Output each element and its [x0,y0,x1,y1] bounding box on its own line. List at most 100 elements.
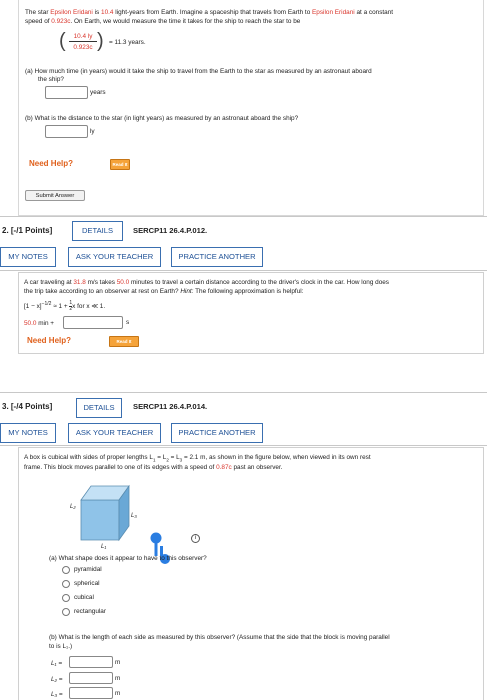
q1-need-help-label: Need Help? [29,159,74,168]
question-3-panel: A box is cubical with sides of proper le… [18,447,484,700]
q2-ask-teacher-button[interactable]: ASK YOUR TEACHER [68,247,161,267]
cube-label-l1: L₁ [101,544,107,550]
formula-exponent: −1/2 [41,301,52,307]
q3-points-label: 3. [-/4 Points] [2,402,53,411]
q2-speed-value: 31.8 [73,279,86,286]
q2-practice-another-button[interactable]: PRACTICE ANOTHER [171,247,263,267]
question-1-panel: The star Epsilon Eridani is 10.4 light-y… [18,0,484,216]
q2-text: The following approximation is helpful: [193,288,304,295]
q1-speed-value: 0.923c [51,18,71,25]
q3-my-notes-button[interactable]: MY NOTES [0,423,56,443]
q2-read-it-button[interactable]: Read It [109,336,139,347]
q2-prefix-value: 50.0 [24,320,37,327]
divider [0,392,487,393]
q1-text: The star [25,9,51,16]
q1-part-b-question: (b) What is the distance to the star (in… [25,115,299,122]
l2-input[interactable] [69,672,113,684]
divider [0,270,487,271]
option-label: pyramidal [74,566,102,573]
q3-text: past an observer. [231,464,283,471]
option-label: spherical [74,580,100,587]
q2-text-line2: the trip take according to an observer a… [24,287,480,296]
q3-details-button[interactable]: DETAILS [76,398,122,418]
q2-hint-label: Hint: [180,288,194,295]
q1-star-name: Epsilon Eridani [50,9,93,16]
q3-text: = 2.1 m, as shown in the figure below, w… [182,454,371,461]
q3-ask-teacher-button[interactable]: ASK YOUR TEACHER [68,423,161,443]
radio-spherical[interactable] [62,580,70,588]
q2-text: minutes to travel a certain distance acc… [129,279,390,286]
q1-text: light-years from Earth. Imagine a spaces… [113,9,313,16]
q1-intro-line2: speed of 0.923c. On Earth, we would meas… [25,17,481,26]
l2-unit: m [115,675,121,682]
q2-problem-code: SERCP11 26.4.P.012. [133,226,208,235]
q3-text: A box is cubical with sides of proper le… [24,454,153,461]
l3-input[interactable] [69,687,113,699]
cube-label-l3: L₃ [131,513,137,519]
l1-unit: m [115,659,121,666]
l1-input[interactable] [69,656,113,668]
formula-text: [1 − x] [24,303,42,311]
fraction-result: = 11.3 years. [109,39,146,46]
q1-part-a-question: (a) How much time (in years) would it ta… [25,68,372,75]
right-paren: ) [97,30,104,52]
q1-read-it-button[interactable]: Read It [110,159,130,170]
q1-text: . On Earth, we would measure the time it… [70,18,301,25]
radio-pyramidal[interactable] [62,566,70,574]
q2-answer-prefix: 50.0 min + [24,319,54,328]
fraction-bar [69,41,97,42]
q3-problem-code: SERCP11 26.4.P.014. [133,402,208,411]
l3-unit: m [115,690,121,697]
q2-answer-input[interactable] [63,316,123,329]
q2-my-notes-button[interactable]: MY NOTES [0,247,56,267]
formula-text: ≈ 1 + [51,303,70,311]
q3-part-b-question-2: to is L₁.) [49,643,73,650]
q2-details-button[interactable]: DETAILS [72,221,123,241]
q2-text: A car traveling at [24,279,74,286]
q2-answer-unit: s [126,319,130,326]
radio-rectangular[interactable] [62,608,70,616]
radio-cubical[interactable] [62,594,70,602]
question-2-panel: A car traveling at 31.8 m/s takes 50.0 m… [18,272,484,354]
option-label: cubical [74,594,94,601]
q3-text: frame. This block moves parallel to one … [24,464,217,471]
q2-points-label: 2. [-/1 Points] [2,226,53,235]
cube-front-face [80,499,120,541]
q1-text: is [92,9,102,16]
q2-need-help-label: Need Help? [27,336,72,345]
q1-star-name-2: Epsilon Eridani [312,9,355,16]
q3-part-a-question: (a) What shape does it appear to have to… [49,555,207,562]
q2-text-line1: A car traveling at 31.8 m/s takes 50.0 m… [24,278,480,287]
info-icon[interactable]: i [191,534,200,543]
fraction-numerator: 10.4 ly [73,33,93,40]
q1-distance-value: 10.4 [101,9,114,16]
q1-part-a-question-2: the ship? [38,76,64,83]
q2-text: the trip take according to an observer a… [24,288,181,295]
divider [0,216,487,217]
q3-text-line2: frame. This block moves parallel to one … [24,463,480,472]
q2-prefix-unit: min + [36,320,55,327]
l2-label: L₂ = [51,676,63,683]
q1-part-a-unit: years [90,89,106,96]
option-label: rectangular [74,608,106,615]
cube-label-l2: L₂ [70,504,76,510]
q2-minutes-value: 50.0 [116,279,130,286]
fraction-denominator: 0.923c [73,44,93,51]
q3-text: = L [155,454,167,461]
q1-part-a-input[interactable] [45,86,88,99]
q3-text: = L [168,454,180,461]
q3-practice-another-button[interactable]: PRACTICE ANOTHER [171,423,263,443]
q1-text: speed of [25,18,52,25]
q1-intro-line1: The star Epsilon Eridani is 10.4 light-y… [25,8,481,17]
l1-label: L₁ = [51,660,63,667]
q1-submit-answer-button[interactable]: Submit Answer [25,190,85,201]
q1-part-b-unit: ly [90,128,95,135]
l3-label: L₃ = [51,691,63,698]
q2-formula: [1 − x]−1/2 ≈ 1 + 12x for x ≪ 1. [24,300,105,312]
q3-speed-value: 0.87c [216,464,232,471]
q1-part-b-input[interactable] [45,125,88,138]
q1-text: at a constant [354,9,394,16]
divider [0,445,487,446]
q2-text: m/s takes [85,279,117,286]
formula-text: x for x ≪ 1. [72,303,106,311]
